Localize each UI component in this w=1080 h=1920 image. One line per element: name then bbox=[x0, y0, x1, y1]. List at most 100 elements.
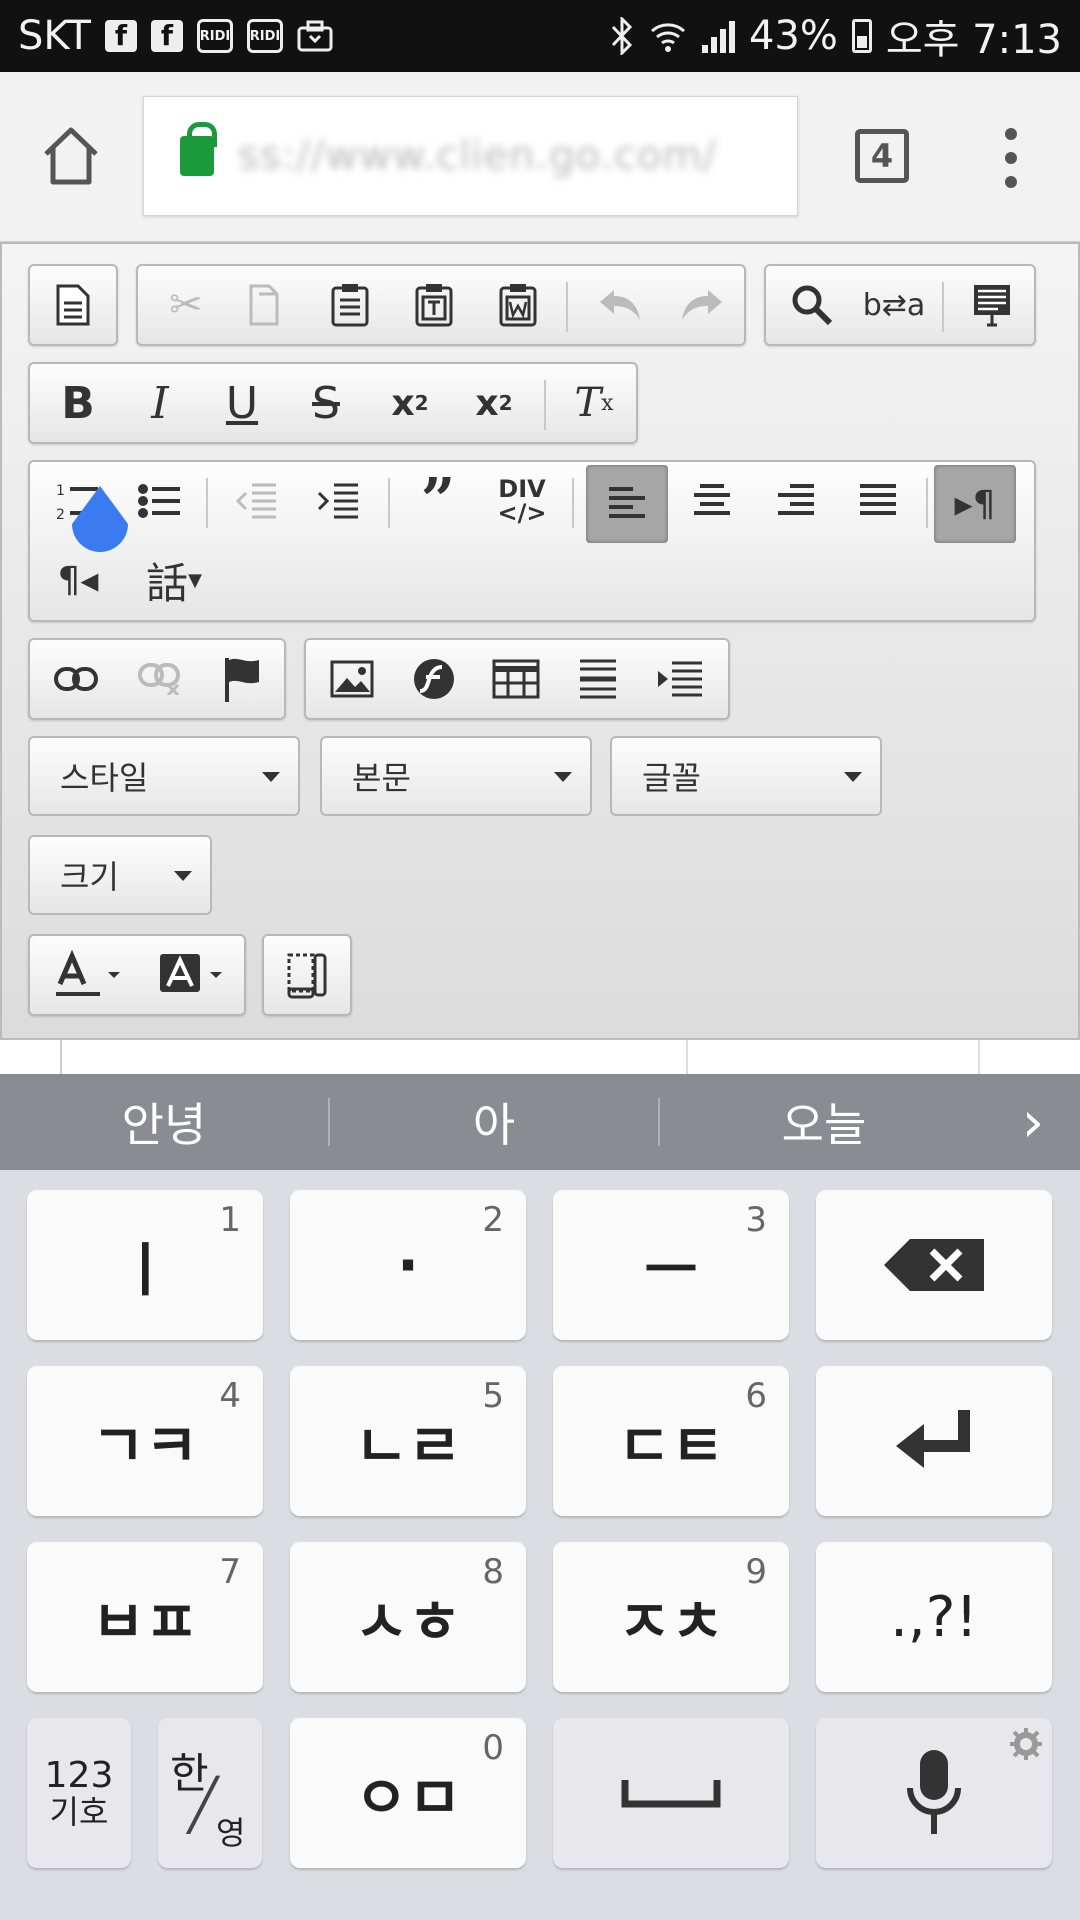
space-key[interactable] bbox=[553, 1718, 789, 1868]
flash-icon[interactable] bbox=[398, 643, 470, 715]
paste-text-icon[interactable] bbox=[398, 269, 470, 341]
find-group: b⇄a bbox=[764, 264, 1036, 346]
clipboard-group: ✂ bbox=[136, 264, 746, 346]
text-color-button[interactable] bbox=[44, 939, 134, 1011]
link-icon[interactable] bbox=[40, 643, 112, 715]
justify-button[interactable] bbox=[842, 465, 914, 537]
background-color-button[interactable] bbox=[148, 939, 238, 1011]
page-break-icon[interactable] bbox=[644, 643, 716, 715]
voice-input-key[interactable] bbox=[816, 1718, 1052, 1868]
search-icon[interactable] bbox=[776, 269, 848, 341]
italic-button[interactable]: I bbox=[124, 367, 196, 439]
underline-button[interactable]: U bbox=[206, 367, 278, 439]
slash-divider: ╱ bbox=[188, 1776, 219, 1834]
redo-icon[interactable] bbox=[666, 269, 738, 341]
number-symbol-key[interactable]: 123 기호 bbox=[27, 1718, 131, 1868]
key-nieun-rieul[interactable]: 5 ㄴㄹ bbox=[290, 1366, 526, 1516]
create-div-icon[interactable]: DIV </> bbox=[486, 465, 558, 537]
blockquote-icon[interactable]: ” bbox=[402, 465, 474, 537]
source-document-icon[interactable] bbox=[37, 269, 109, 341]
links-group bbox=[28, 638, 286, 720]
unlink-icon[interactable] bbox=[124, 643, 196, 715]
key-bieup-pieup[interactable]: 7 ㅂㅍ bbox=[27, 1542, 263, 1692]
decrease-indent-icon[interactable] bbox=[220, 465, 292, 537]
superscript-button[interactable]: x2 bbox=[458, 367, 530, 439]
increase-indent-icon[interactable] bbox=[302, 465, 374, 537]
insert-group bbox=[304, 638, 730, 720]
select-all-icon[interactable] bbox=[956, 269, 1028, 341]
language-label: 話 bbox=[146, 558, 189, 608]
url-text: ss://www.clien.go.com/ bbox=[238, 133, 717, 179]
url-bar[interactable]: ss://www.clien.go.com/ bbox=[143, 96, 798, 216]
key-digeut-tieut[interactable]: 6 ㄷㅌ bbox=[553, 1366, 789, 1516]
gear-icon bbox=[1010, 1728, 1042, 1760]
enter-key[interactable] bbox=[816, 1366, 1052, 1516]
remove-format-button[interactable]: Tx bbox=[558, 367, 630, 439]
anchor-flag-icon[interactable] bbox=[206, 643, 278, 715]
text-direction-ltr-button[interactable]: ▸¶ bbox=[934, 465, 1016, 543]
paste-word-icon[interactable] bbox=[482, 269, 554, 341]
text-direction-rtl-button[interactable]: ¶◂ bbox=[42, 544, 114, 616]
style-dropdown[interactable]: 스타일 bbox=[28, 736, 300, 816]
key-giyeok-kieuk[interactable]: 4 ㄱㅋ bbox=[27, 1366, 263, 1516]
svg-text:2: 2 bbox=[56, 507, 65, 523]
clock: 오후 7:13 bbox=[885, 17, 1062, 63]
suggestion-1[interactable]: 안녕 bbox=[0, 1089, 328, 1155]
bold-button[interactable]: B bbox=[42, 367, 114, 439]
key-siot-hieut[interactable]: 8 ㅅㅎ bbox=[290, 1542, 526, 1692]
subscript-button[interactable]: x2 bbox=[374, 367, 446, 439]
punctuation-key[interactable]: .,?! bbox=[816, 1542, 1052, 1692]
key-jieut-chieut[interactable]: 9 ㅈㅊ bbox=[553, 1542, 789, 1692]
copy-icon[interactable] bbox=[232, 269, 304, 341]
battery-icon bbox=[851, 19, 872, 53]
language-button[interactable]: 話 ▼ bbox=[124, 544, 224, 616]
table-icon[interactable] bbox=[480, 643, 552, 715]
tab-switcher-button[interactable]: 4 bbox=[855, 129, 909, 183]
image-icon[interactable] bbox=[316, 643, 388, 715]
paste-icon[interactable] bbox=[314, 269, 386, 341]
cut-icon[interactable]: ✂ bbox=[150, 269, 222, 341]
key-vowel-i[interactable]: 1ㅣ bbox=[27, 1190, 263, 1340]
suggestion-2[interactable]: 아 bbox=[330, 1089, 658, 1155]
chevron-right-icon[interactable]: › bbox=[988, 1090, 1078, 1155]
undo-icon[interactable] bbox=[584, 269, 656, 341]
ridi-icon-2: RIDI bbox=[246, 19, 283, 53]
horizontal-rule-icon[interactable] bbox=[562, 643, 634, 715]
align-left-button[interactable] bbox=[586, 465, 668, 543]
align-center-button[interactable] bbox=[676, 465, 748, 537]
align-right-button[interactable] bbox=[760, 465, 832, 537]
key-number-hint: 6 bbox=[745, 1376, 767, 1416]
format-dropdown[interactable]: 본문 bbox=[320, 736, 592, 816]
key-label: ㅡ bbox=[644, 1236, 698, 1304]
size-dropdown-label: 크기 bbox=[60, 858, 119, 896]
backspace-key[interactable] bbox=[816, 1190, 1052, 1340]
key-vowel-eu[interactable]: 3ㅡ bbox=[553, 1190, 789, 1340]
wifi-icon bbox=[650, 23, 685, 52]
language-switch-key[interactable]: 한 ╱ 영 bbox=[158, 1718, 262, 1868]
chevron-down-icon bbox=[174, 871, 192, 881]
rich-text-editor-toolbar: ✂ b⇄a B I U S x 2 x 2 T x 1 2 ” DIV </> … bbox=[0, 242, 1080, 1040]
key-ieung-mieum[interactable]: 0 ㅇㅁ bbox=[290, 1718, 526, 1868]
chevron-down-icon bbox=[262, 772, 280, 782]
key-label: ㄴㄹ bbox=[354, 1412, 462, 1480]
key-vowel-dot[interactable]: 2 · bbox=[290, 1190, 526, 1340]
colors-group bbox=[28, 934, 246, 1016]
number-symbol-top: 123 bbox=[44, 1754, 114, 1796]
lock-icon bbox=[180, 122, 217, 176]
font-dropdown-label: 글꼴 bbox=[642, 759, 701, 797]
key-label: ㅅㅎ bbox=[354, 1588, 462, 1656]
replace-icon[interactable]: b⇄a bbox=[858, 269, 930, 341]
show-blocks-icon[interactable] bbox=[271, 939, 343, 1011]
suggestion-3[interactable]: 오늘 bbox=[660, 1089, 988, 1155]
font-dropdown[interactable]: 글꼴 bbox=[610, 736, 882, 816]
language-switch-bottom: 영 bbox=[216, 1814, 246, 1852]
size-dropdown[interactable]: 크기 bbox=[28, 835, 212, 915]
strikethrough-button[interactable]: S bbox=[290, 367, 362, 439]
bulleted-list-icon[interactable] bbox=[124, 465, 196, 537]
overflow-menu-icon[interactable] bbox=[1000, 128, 1022, 188]
carrier-label: SKT bbox=[18, 13, 91, 59]
home-icon[interactable] bbox=[42, 126, 100, 186]
status-bar: SKT f f RIDI RIDI 43% 오후 7:13 bbox=[0, 0, 1080, 72]
key-label: · bbox=[396, 1231, 420, 1299]
key-number-hint: 0 bbox=[482, 1728, 504, 1768]
